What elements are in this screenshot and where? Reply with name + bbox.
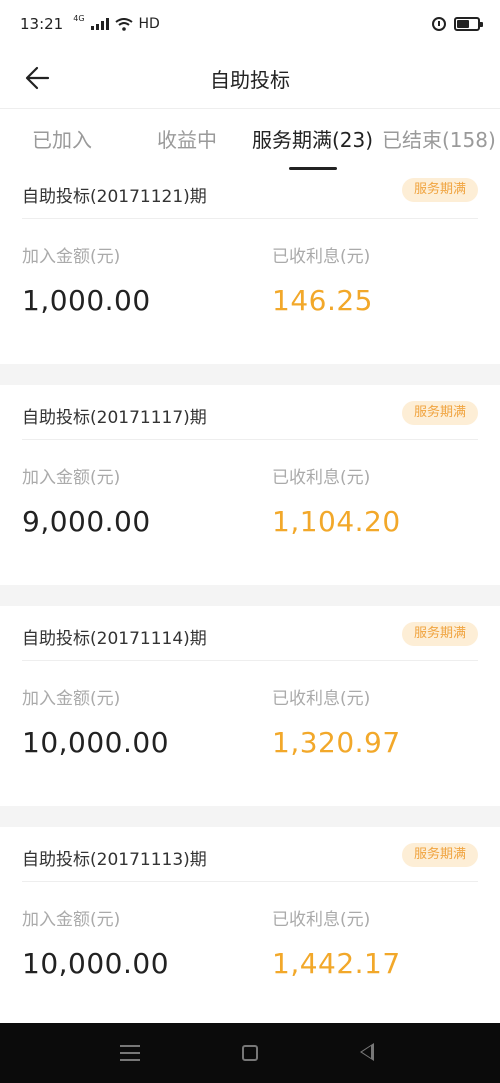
amount-value: 9,000.00 — [22, 505, 151, 538]
tab-bar: 已加入 收益中 服务期满(23) 已结束(158) — [0, 108, 500, 172]
app-header: 自助投标 — [0, 48, 500, 108]
tab-ended[interactable]: 已结束(158) — [382, 109, 496, 171]
amount-value: 1,000.00 — [22, 284, 151, 317]
card-title: 自助投标(20171114)期 — [22, 629, 207, 649]
card-header: 自助投标(20171117)期 服务期满 — [22, 385, 478, 440]
tab-service-expired[interactable]: 服务期满(23) — [252, 109, 373, 171]
investment-card[interactable]: 自助投标(20171117)期 服务期满 加入金额(元) 已收利息(元) 9,0… — [0, 385, 500, 585]
amount-value: 10,000.00 — [22, 947, 170, 980]
card-body: 加入金额(元) 已收利息(元) 10,000.00 1,442.17 — [22, 882, 478, 1027]
signal-icon — [90, 18, 109, 30]
card-header: 自助投标(20171121)期 服务期满 — [22, 172, 478, 219]
card-divider — [0, 585, 500, 606]
interest-label: 已收利息(元) — [272, 247, 371, 267]
interest-value: 1,320.97 — [272, 726, 401, 759]
interest-label: 已收利息(元) — [272, 689, 371, 709]
back-arrow-icon[interactable] — [22, 62, 54, 94]
network-type: 4G — [73, 13, 85, 23]
wifi-icon — [114, 17, 133, 31]
status-badge: 服务期满 — [401, 843, 478, 867]
interest-value: 1,442.17 — [272, 947, 401, 980]
card-title: 自助投标(20171113)期 — [22, 850, 207, 870]
alarm-icon — [432, 17, 446, 31]
hd-indicator: HD — [138, 16, 160, 32]
amount-label: 加入金额(元) — [22, 689, 121, 709]
tab-earning[interactable]: 收益中 — [157, 109, 217, 171]
page-title: 自助投标 — [210, 67, 290, 92]
home-icon[interactable] — [242, 1045, 258, 1061]
amount-label: 加入金额(元) — [22, 910, 121, 930]
card-title: 自助投标(20171117)期 — [22, 408, 207, 428]
card-title: 自助投标(20171121)期 — [22, 187, 207, 207]
status-bar: 13:21 4G HD — [0, 0, 500, 48]
card-divider — [0, 806, 500, 827]
amount-label: 加入金额(元) — [22, 247, 121, 267]
amount-value: 10,000.00 — [22, 726, 170, 759]
interest-value: 1,104.20 — [272, 505, 401, 538]
interest-label: 已收利息(元) — [272, 910, 371, 930]
card-body: 加入金额(元) 已收利息(元) 10,000.00 1,320.97 — [22, 661, 478, 806]
status-time: 13:21 — [20, 15, 64, 33]
card-body: 加入金额(元) 已收利息(元) 9,000.00 1,104.20 — [22, 440, 478, 585]
interest-label: 已收利息(元) — [272, 468, 371, 488]
status-badge: 服务期满 — [401, 178, 478, 202]
investment-list: 自助投标(20171121)期 服务期满 加入金额(元) 已收利息(元) 1,0… — [0, 172, 500, 1027]
nav-back-icon[interactable] — [360, 1043, 374, 1061]
card-divider — [0, 364, 500, 385]
card-header: 自助投标(20171113)期 服务期满 — [22, 827, 478, 882]
active-tab-indicator — [289, 167, 337, 170]
menu-icon[interactable] — [120, 1045, 140, 1061]
investment-card[interactable]: 自助投标(20171113)期 服务期满 加入金额(元) 已收利息(元) 10,… — [0, 827, 500, 1027]
system-nav-bar — [0, 1023, 500, 1083]
status-badge: 服务期满 — [401, 401, 478, 425]
card-body: 加入金额(元) 已收利息(元) 1,000.00 146.25 — [22, 219, 478, 364]
tab-joined[interactable]: 已加入 — [32, 109, 92, 171]
amount-label: 加入金额(元) — [22, 468, 121, 488]
card-header: 自助投标(20171114)期 服务期满 — [22, 606, 478, 661]
battery-icon — [454, 17, 483, 31]
status-badge: 服务期满 — [401, 622, 478, 646]
investment-card[interactable]: 自助投标(20171114)期 服务期满 加入金额(元) 已收利息(元) 10,… — [0, 606, 500, 806]
investment-card[interactable]: 自助投标(20171121)期 服务期满 加入金额(元) 已收利息(元) 1,0… — [0, 172, 500, 364]
interest-value: 146.25 — [272, 284, 373, 317]
